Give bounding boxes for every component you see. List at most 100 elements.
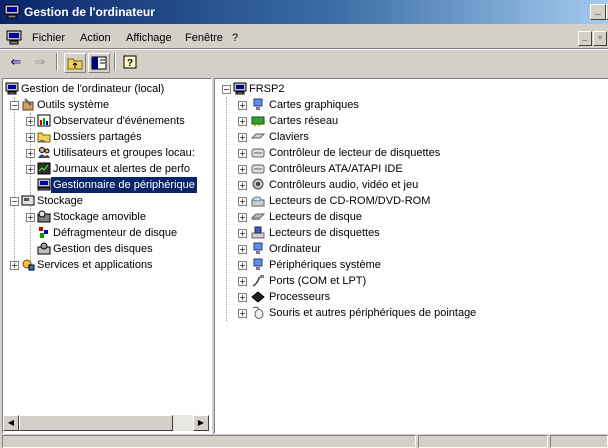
status-bar (0, 434, 608, 448)
device-category-label: Processeurs (269, 291, 331, 303)
window-title: Gestion de l'ordinateur (24, 5, 155, 19)
tree-line (226, 97, 227, 321)
console-icon[interactable] (6, 30, 22, 45)
forward-arrow-icon[interactable]: ⇒ (30, 53, 50, 71)
expand-toggle[interactable]: + (238, 245, 247, 254)
expand-toggle[interactable]: + (238, 309, 247, 318)
display-adapter-icon (253, 98, 263, 110)
minimize-button[interactable]: _ (590, 4, 606, 20)
device-category-label: Contrôleur de lecteur de disquettes (269, 147, 441, 159)
device-manager-icon (37, 178, 51, 191)
network-adapter-icon (251, 116, 265, 126)
floppy-controller-icon (251, 148, 265, 158)
expand-toggle[interactable]: + (238, 133, 247, 142)
horizontal-scrollbar[interactable]: ◀ ▶ (3, 415, 209, 431)
disk-management-icon (37, 242, 51, 255)
expand-toggle[interactable]: + (238, 101, 247, 110)
device-category-label: Lecteurs de disque (269, 211, 362, 223)
device-category-label: Contrôleurs audio, vidéo et jeu (269, 179, 419, 191)
device-category-label: Cartes graphiques (269, 99, 359, 111)
cdrom-icon (251, 196, 265, 207)
console-tree-pane[interactable]: Gestion de l'ordinateur (local) − Outils… (2, 78, 212, 434)
ide-controller-icon (251, 164, 265, 174)
collapse-toggle[interactable]: − (222, 85, 231, 94)
toolbar-separator (56, 53, 58, 71)
mdi-restore-button[interactable]: ▫ (593, 31, 607, 46)
expand-toggle[interactable]: + (238, 149, 247, 158)
expand-toggle[interactable]: + (238, 293, 247, 302)
menu-affichage[interactable]: Affichage (126, 32, 172, 44)
mdi-minimize-button[interactable]: _ (578, 31, 592, 46)
removable-storage-icon (37, 210, 51, 223)
expand-toggle[interactable]: + (238, 197, 247, 206)
scroll-thumb[interactable] (19, 415, 173, 431)
scroll-left-button[interactable]: ◀ (3, 415, 19, 431)
expand-toggle[interactable]: + (26, 149, 35, 158)
audio-video-icon (252, 178, 264, 190)
status-panel (550, 435, 608, 448)
floppy-drive-icon (251, 226, 265, 239)
scroll-right-button[interactable]: ▶ (193, 415, 209, 431)
tools-icon (22, 98, 34, 111)
expand-toggle[interactable]: + (26, 165, 35, 174)
show-hide-tree-icon[interactable] (88, 53, 110, 73)
device-category-label: Contrôleurs ATA/ATAPI IDE (269, 163, 403, 175)
svg-text:?: ? (127, 58, 133, 69)
up-folder-icon[interactable] (64, 53, 86, 73)
mouse-icon (252, 306, 264, 319)
tree-item-label: Services et applications (37, 259, 153, 271)
help-icon[interactable]: ? (120, 53, 140, 71)
device-list-pane[interactable]: − FRSP2 + Cartes graphiques + Cartes rés… (214, 78, 608, 434)
expand-toggle[interactable]: + (26, 133, 35, 142)
tree-line (14, 97, 15, 265)
defragmenter-icon (39, 227, 48, 238)
tree-item-label: Observateur d'événements (53, 115, 185, 127)
tree-root-label: Gestion de l'ordinateur (local) (21, 83, 165, 95)
shared-folder-icon (37, 132, 51, 143)
menu-bar: Fichier Action Affichage Fenêtre ? _ ▫ (0, 28, 608, 48)
tree-item-label: Stockage amovible (53, 211, 146, 223)
status-panel (418, 435, 548, 448)
expand-toggle[interactable]: + (26, 117, 35, 126)
title-bar[interactable]: Gestion de l'ordinateur _ □ (0, 0, 608, 24)
expand-toggle[interactable]: + (238, 277, 247, 286)
expand-toggle[interactable]: + (238, 165, 247, 174)
processor-icon (251, 291, 265, 303)
system-devices-icon (253, 258, 263, 270)
expand-toggle[interactable]: + (26, 213, 35, 222)
device-category-label: Lecteurs de CD-ROM/DVD-ROM (269, 195, 431, 207)
device-tree-root-label: FRSP2 (249, 83, 285, 95)
tree-item-label-selected: Gestionnaire de périphérique (51, 177, 197, 193)
expand-toggle[interactable]: + (10, 261, 19, 270)
menu-fenetre[interactable]: Fenêtre (185, 32, 223, 44)
menu-help[interactable]: ? (232, 32, 238, 44)
device-category-label: Ordinateur (269, 243, 321, 255)
event-viewer-icon (37, 114, 51, 127)
disk-drive-icon (251, 213, 265, 220)
keyboard-icon (251, 133, 265, 139)
performance-logs-icon (37, 162, 51, 175)
expand-toggle[interactable]: + (238, 117, 247, 126)
collapse-toggle[interactable]: − (10, 101, 19, 110)
device-category-label: Cartes réseau (269, 115, 339, 127)
tree-item-label: Gestion des disques (53, 243, 153, 255)
collapse-toggle[interactable]: − (10, 197, 19, 206)
expand-toggle[interactable]: + (238, 213, 247, 222)
users-icon (38, 147, 50, 158)
menu-action[interactable]: Action (80, 32, 111, 44)
tree-item-label: Journaux et alertes de perfo (53, 163, 190, 175)
menu-fichier[interactable]: Fichier (32, 32, 65, 44)
expand-toggle[interactable]: + (238, 181, 247, 190)
device-category-label: Ports (COM et LPT) (269, 275, 367, 287)
device-category-label: Claviers (269, 131, 309, 143)
toolbar: ⇐ ⇒ ? (0, 49, 608, 75)
device-category-label: Souris et autres périphériques de pointa… (269, 307, 477, 319)
tree-item-label: Défragmenteur de disque (53, 227, 178, 239)
expand-toggle[interactable]: + (238, 229, 247, 238)
tree-item-label: Stockage (37, 195, 83, 207)
expand-toggle[interactable]: + (238, 261, 247, 270)
storage-icon (21, 195, 35, 206)
back-arrow-icon[interactable]: ⇐ (6, 53, 26, 71)
toolbar-separator-2 (114, 53, 116, 71)
device-category-label: Lecteurs de disquettes (269, 227, 380, 239)
